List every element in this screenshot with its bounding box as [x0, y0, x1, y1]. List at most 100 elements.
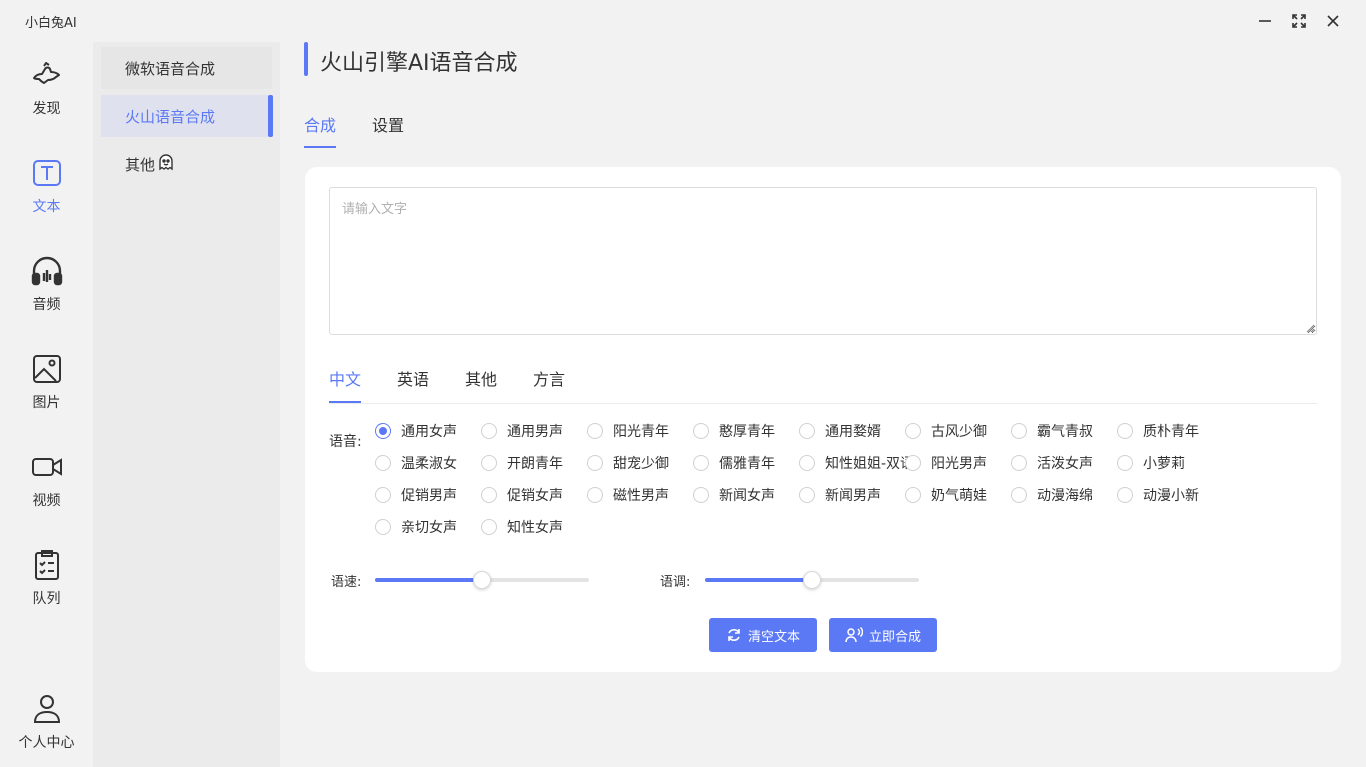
voice-option[interactable]: 知性女声: [481, 516, 563, 538]
voice-option-label: 知性姐姐-双语: [825, 456, 915, 472]
voice-option-label: 小萝莉: [1143, 456, 1185, 472]
voice-option[interactable]: 新闻男声: [799, 484, 881, 506]
voice-option-label: 促销男声: [401, 488, 457, 504]
voice-option[interactable]: 通用女声: [375, 420, 457, 442]
voice-option[interactable]: 动漫小新: [1117, 484, 1199, 506]
nav-item-image[interactable]: 图片: [0, 352, 93, 432]
nav-item-video[interactable]: 视频: [0, 450, 93, 530]
voice-option[interactable]: 古风少御: [905, 420, 987, 442]
radio-circle: [587, 423, 603, 439]
radio-circle: [481, 455, 497, 471]
subnav-label: 其他: [125, 155, 156, 174]
voice-option-label: 憨厚青年: [719, 424, 775, 440]
radio-circle: [799, 423, 815, 439]
radio-circle: [693, 423, 709, 439]
voice-option-label: 亲切女声: [401, 520, 457, 536]
close-icon: [1327, 15, 1339, 27]
voice-option-label: 质朴青年: [1143, 424, 1199, 440]
lang-tab-chinese[interactable]: 中文: [329, 366, 361, 390]
clear-text-label: 清空文本: [747, 628, 800, 644]
minimize-icon: [1259, 20, 1271, 22]
speed-slider-thumb[interactable]: [473, 571, 491, 589]
voice-option[interactable]: 促销女声: [481, 484, 563, 506]
clear-text-button[interactable]: 清空文本: [709, 618, 817, 652]
voice-option-label: 奶气萌娃: [931, 488, 987, 504]
lang-tab-dialect[interactable]: 方言: [533, 366, 565, 390]
minimize-button[interactable]: [1254, 10, 1276, 32]
voice-option[interactable]: 阳光青年: [587, 420, 669, 442]
voice-option[interactable]: 甜宠少御: [587, 452, 669, 474]
subnav-item-other[interactable]: 其他: [101, 143, 272, 185]
lang-tab-other[interactable]: 其他: [465, 366, 497, 390]
voice-option[interactable]: 促销男声: [375, 484, 457, 506]
voice-option-label: 动漫小新: [1143, 488, 1199, 504]
voice-option-label: 儒雅青年: [719, 456, 775, 472]
pitch-slider-thumb[interactable]: [803, 571, 821, 589]
radio-circle: [905, 423, 921, 439]
subnav-item-volcano-tts[interactable]: 火山语音合成: [101, 95, 273, 137]
voice-option[interactable]: 通用婺婿: [799, 420, 881, 442]
nav-item-queue[interactable]: 队列: [0, 548, 93, 628]
pitch-slider[interactable]: [705, 571, 919, 589]
speed-slider-fill: [375, 578, 482, 582]
speed-slider[interactable]: [375, 571, 589, 589]
radio-circle: [1011, 487, 1027, 503]
app-title: 小白兔AI: [25, 16, 77, 31]
text-icon: [30, 156, 64, 190]
voice-option-label: 促销女声: [507, 488, 563, 504]
voice-option[interactable]: 儒雅青年: [693, 452, 775, 474]
headphones-icon: [30, 254, 64, 288]
nav-item-profile[interactable]: 个人中心: [0, 692, 93, 767]
voice-label: 语音:: [329, 434, 362, 450]
refresh-icon: [728, 629, 740, 641]
nav-label-audio: 音频: [32, 297, 61, 313]
voice-option[interactable]: 磁性男声: [587, 484, 669, 506]
voice-option[interactable]: 质朴青年: [1117, 420, 1199, 442]
voice-option[interactable]: 憨厚青年: [693, 420, 775, 442]
tab-underline: [304, 146, 336, 148]
text-input[interactable]: [329, 187, 1317, 335]
synthesis-card: 中文 英语 其他 方言 语音: 通用女声 通用男声 阳光青年 憨厚青年 通用婺婿 古风少御…: [305, 167, 1341, 672]
voice-option-label: 知性女声: [507, 520, 563, 536]
nav-label-discover: 发现: [32, 101, 61, 117]
nav-item-audio[interactable]: 音频: [0, 254, 93, 334]
tab-settings[interactable]: 设置: [372, 112, 404, 136]
voice-option[interactable]: 通用男声: [481, 420, 563, 442]
voice-option[interactable]: 活泼女声: [1011, 452, 1093, 474]
voice-option[interactable]: 亲切女声: [375, 516, 457, 538]
voice-option[interactable]: 奶气萌娃: [905, 484, 987, 506]
voice-option-label: 通用男声: [507, 424, 563, 440]
radio-circle: [375, 519, 391, 535]
voice-option-label: 磁性男声: [613, 488, 669, 504]
voice-option-label: 甜宠少御: [613, 456, 669, 472]
voice-option-label: 活泼女声: [1037, 456, 1093, 472]
voice-option[interactable]: 知性姐姐-双语: [799, 452, 914, 474]
voice-option[interactable]: 开朗青年: [481, 452, 563, 474]
voice-option-label: 阳光青年: [613, 424, 669, 440]
page-title: 火山引擎AI语音合成: [320, 51, 518, 76]
maximize-button[interactable]: [1288, 10, 1310, 32]
voice-option[interactable]: 阳光男声: [905, 452, 987, 474]
voice-option[interactable]: 小萝莉: [1117, 452, 1185, 474]
lang-tab-english[interactable]: 英语: [397, 366, 429, 390]
radio-circle: [1011, 423, 1027, 439]
close-button[interactable]: [1322, 10, 1344, 32]
nav-item-text[interactable]: 文本: [0, 156, 93, 236]
voice-option-label: 开朗青年: [507, 456, 563, 472]
subnav-item-microsoft-tts[interactable]: 微软语音合成: [101, 47, 272, 89]
radio-circle: [799, 487, 815, 503]
radio-circle: [1117, 455, 1133, 471]
voice-option-label: 霸气青叔: [1037, 424, 1093, 440]
title-bar: 小白兔AI: [0, 0, 1366, 42]
voice-option[interactable]: 温柔淑女: [375, 452, 457, 474]
voice-option[interactable]: 动漫海绵: [1011, 484, 1093, 506]
voice-option-label: 古风少御: [931, 424, 987, 440]
nav-label-image: 图片: [32, 395, 61, 411]
nav-item-discover[interactable]: 发现: [0, 58, 93, 138]
voice-option-label: 通用女声: [401, 424, 457, 440]
tab-synthesize[interactable]: 合成: [304, 112, 336, 136]
synthesize-button[interactable]: 立即合成: [829, 618, 937, 652]
radio-circle: [375, 423, 391, 439]
voice-option[interactable]: 新闻女声: [693, 484, 775, 506]
voice-option[interactable]: 霸气青叔: [1011, 420, 1093, 442]
